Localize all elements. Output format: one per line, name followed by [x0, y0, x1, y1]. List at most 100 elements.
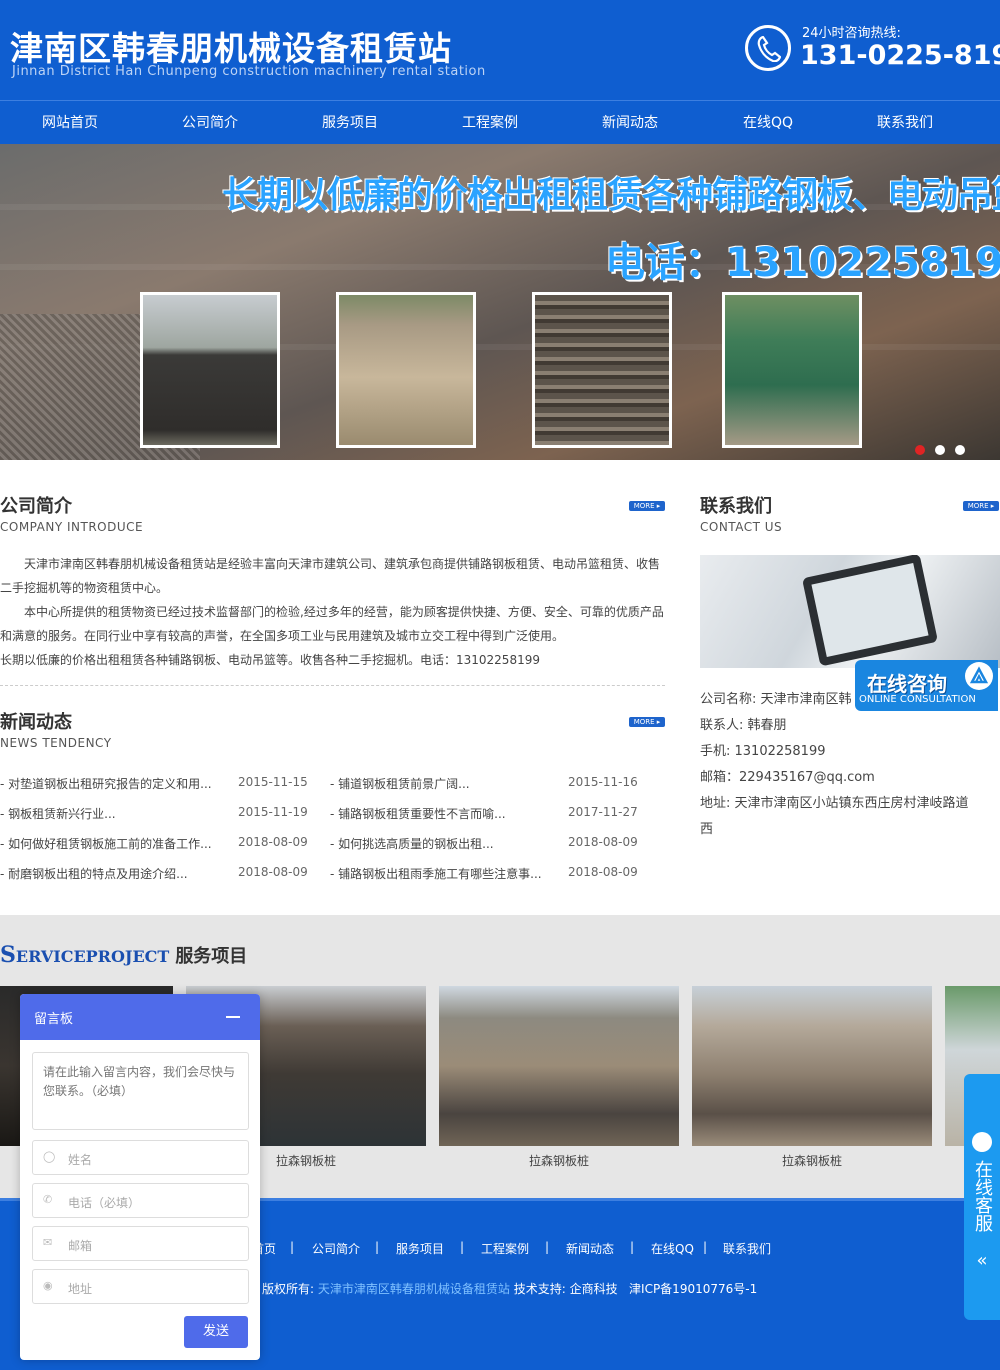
news-title: 新闻动态	[0, 712, 72, 733]
online-consult-title: 在线咨询	[867, 672, 947, 696]
nav-item-cases[interactable]: 工程案例	[420, 101, 560, 145]
service-card-photo[interactable]	[439, 986, 679, 1146]
service-title-cn: 服务项目	[175, 946, 248, 967]
service-title: SERVICEPROJECT 服务项目	[0, 942, 247, 968]
footer-link-cases[interactable]: 工程案例	[481, 1240, 529, 1257]
phone-icon	[745, 25, 791, 71]
service-card-label[interactable]: 拉森钢板桩	[439, 1152, 679, 1169]
hotline-label: 24小时咨询热线:	[802, 26, 901, 41]
banner-slogan: 长期以低廉的价格出租租赁各种铺路钢板、电动吊篮等	[222, 175, 1000, 216]
send-button[interactable]: 发送	[184, 1316, 248, 1348]
online-consult-button[interactable]: 在线咨询 ONLINE CONSULTATION	[855, 660, 998, 711]
banner-photo-steel-stack	[140, 292, 280, 448]
mail-icon: ✉	[43, 1236, 53, 1249]
slider-dot-1[interactable]	[915, 445, 925, 455]
contact-company: 公司名称: 天津市津南区韩	[700, 692, 852, 707]
nav-item-services[interactable]: 服务项目	[280, 101, 420, 145]
footer-link-about[interactable]: 公司简介	[312, 1240, 360, 1257]
service-title-en2: PROJECT	[85, 947, 170, 966]
icp-number[interactable]: 津ICP备19010776号-1	[629, 1282, 757, 1296]
email-field[interactable]: ✉ 邮箱	[32, 1226, 249, 1261]
intro-subtitle: COMPANY INTRODUCE	[0, 520, 144, 534]
minimize-icon[interactable]	[226, 1016, 240, 1018]
intro-more-button[interactable]: MORE ▸	[629, 501, 665, 511]
contact-subtitle: CONTACT US	[700, 520, 783, 534]
intro-paragraph: 天津市津南区韩春朋机械设备租赁站是经验丰富向天津市建筑公司、建筑承包商提供铺路钢…	[0, 557, 661, 595]
site-subtitle: Jinnan District Han Chunpeng constructio…	[12, 64, 486, 79]
news-item[interactable]: - 对垫道钢板出租研究报告的定义和用...	[0, 775, 212, 792]
address-field[interactable]: ◉ 地址	[32, 1269, 249, 1304]
slider-dot-3[interactable]	[955, 445, 965, 455]
message-board-title: 留言板	[34, 1012, 74, 1027]
email-placeholder: 邮箱	[68, 1239, 93, 1253]
qq-icon	[972, 1132, 992, 1152]
intro-paragraph: 长期以低廉的价格出租租赁各种铺路钢板、电动吊篮等。收售各种二手挖掘机。电话：13…	[0, 653, 540, 667]
footer-separator: |	[290, 1240, 295, 1254]
footer-separator: |	[545, 1240, 550, 1254]
divider	[0, 685, 665, 686]
service-card-label[interactable]: 拉森钢板桩	[692, 1152, 932, 1169]
hero-banner[interactable]: 长期以低廉的价格出租租赁各种铺路钢板、电动吊篮等 电话：13102258199	[0, 144, 1000, 460]
user-icon: ◯	[43, 1150, 56, 1163]
service-card-photo[interactable]	[692, 986, 932, 1146]
message-board: 留言板 ◯ 姓名 ✆ 电话（必填） ✉ 邮箱 ◉ 地址 发送	[20, 994, 260, 1360]
news-item[interactable]: - 耐磨钢板出租的特点及用途介绍...	[0, 865, 188, 882]
footer-link-news[interactable]: 新闻动态	[566, 1240, 614, 1257]
slider-dot-2[interactable]	[935, 445, 945, 455]
footer-separator: |	[630, 1240, 635, 1254]
phone-field[interactable]: ✆ 电话（必填）	[32, 1183, 249, 1218]
intro-text: 天津市津南区韩春朋机械设备租赁站是经验丰富向天津市建筑公司、建筑承包商提供铺路钢…	[0, 552, 665, 672]
main-nav: 网站首页 公司简介 服务项目 工程案例 新闻动态 在线QQ 联系我们	[0, 100, 1000, 144]
news-item[interactable]: - 如何做好租赁钢板施工前的准备工作...	[0, 835, 212, 852]
banner-phone: 电话：13102258199	[605, 240, 1000, 286]
news-date: 2018-08-09	[568, 835, 638, 849]
news-item[interactable]: - 钢板租赁新兴行业...	[0, 805, 116, 822]
news-item[interactable]: - 铺路钢板租赁重要性不言而喻...	[330, 805, 506, 822]
nav-item-about[interactable]: 公司简介	[140, 101, 280, 145]
copyright-prefix: 版权所有:	[262, 1282, 315, 1296]
copyright-company-link[interactable]: 天津市津南区韩春朋机械设备租赁站	[318, 1282, 510, 1296]
message-board-header: 留言板	[20, 994, 260, 1040]
banner-photo-truck	[722, 292, 862, 448]
banner-photo-road-plates	[336, 292, 476, 448]
name-field[interactable]: ◯ 姓名	[32, 1140, 249, 1175]
name-placeholder: 姓名	[68, 1153, 93, 1167]
address-placeholder: 地址	[68, 1282, 93, 1296]
news-date: 2015-11-16	[568, 775, 638, 789]
news-more-button[interactable]: MORE ▸	[629, 717, 665, 727]
news-date: 2018-08-09	[568, 865, 638, 879]
message-content-input[interactable]	[32, 1052, 249, 1130]
footer-separator: |	[460, 1240, 465, 1254]
footer-link-contact[interactable]: 联系我们	[723, 1240, 771, 1257]
intro-paragraph: 本中心所提供的租赁物资已经过技术监督部门的检验,经过多年的经营，能为顾客提供快捷…	[0, 605, 664, 643]
footer-separator: |	[375, 1240, 380, 1254]
news-date: 2015-11-19	[238, 805, 308, 819]
nav-item-qq[interactable]: 在线QQ	[698, 101, 838, 145]
news-date: 2015-11-15	[238, 775, 308, 789]
tablet-image	[801, 555, 939, 667]
news-item[interactable]: - 铺道钢板租赁前景广阔...	[330, 775, 470, 792]
double-chevron-left-icon: «	[976, 1250, 988, 1271]
contact-title: 联系我们	[700, 496, 772, 517]
news-item[interactable]: - 铺路钢板出租雨季施工有哪些注意事...	[330, 865, 542, 882]
news-subtitle: NEWS TENDENCY	[0, 736, 112, 750]
service-title-en: ERVICE	[15, 947, 86, 966]
footer-separator: |	[703, 1240, 708, 1254]
phone-placeholder: 电话（必填）	[68, 1196, 141, 1210]
nav-item-contact[interactable]: 联系我们	[835, 101, 975, 145]
footer-link-qq[interactable]: 在线QQ	[651, 1240, 694, 1257]
news-date: 2018-08-09	[238, 835, 308, 849]
side-online-service[interactable]: 在线客服 «	[964, 1074, 1000, 1320]
site-header: 津南区韩春朋机械设备租赁站 Jinnan District Han Chunpe…	[0, 0, 1000, 100]
service-title-initial: S	[0, 942, 16, 968]
footer-link-services[interactable]: 服务项目	[396, 1240, 444, 1257]
chat-icon	[965, 662, 993, 690]
phone-icon: ✆	[43, 1193, 53, 1206]
nav-item-home[interactable]: 网站首页	[0, 101, 140, 145]
contact-more-button[interactable]: MORE ▸	[963, 501, 999, 511]
contact-email: 邮箱：229435167@qq.com	[700, 770, 875, 785]
tech-support: 技术支持: 企商科技	[513, 1282, 618, 1296]
nav-item-news[interactable]: 新闻动态	[560, 101, 700, 145]
news-item[interactable]: - 如何挑选高质量的钢板出租...	[330, 835, 494, 852]
site-title[interactable]: 津南区韩春朋机械设备租赁站	[10, 22, 452, 70]
